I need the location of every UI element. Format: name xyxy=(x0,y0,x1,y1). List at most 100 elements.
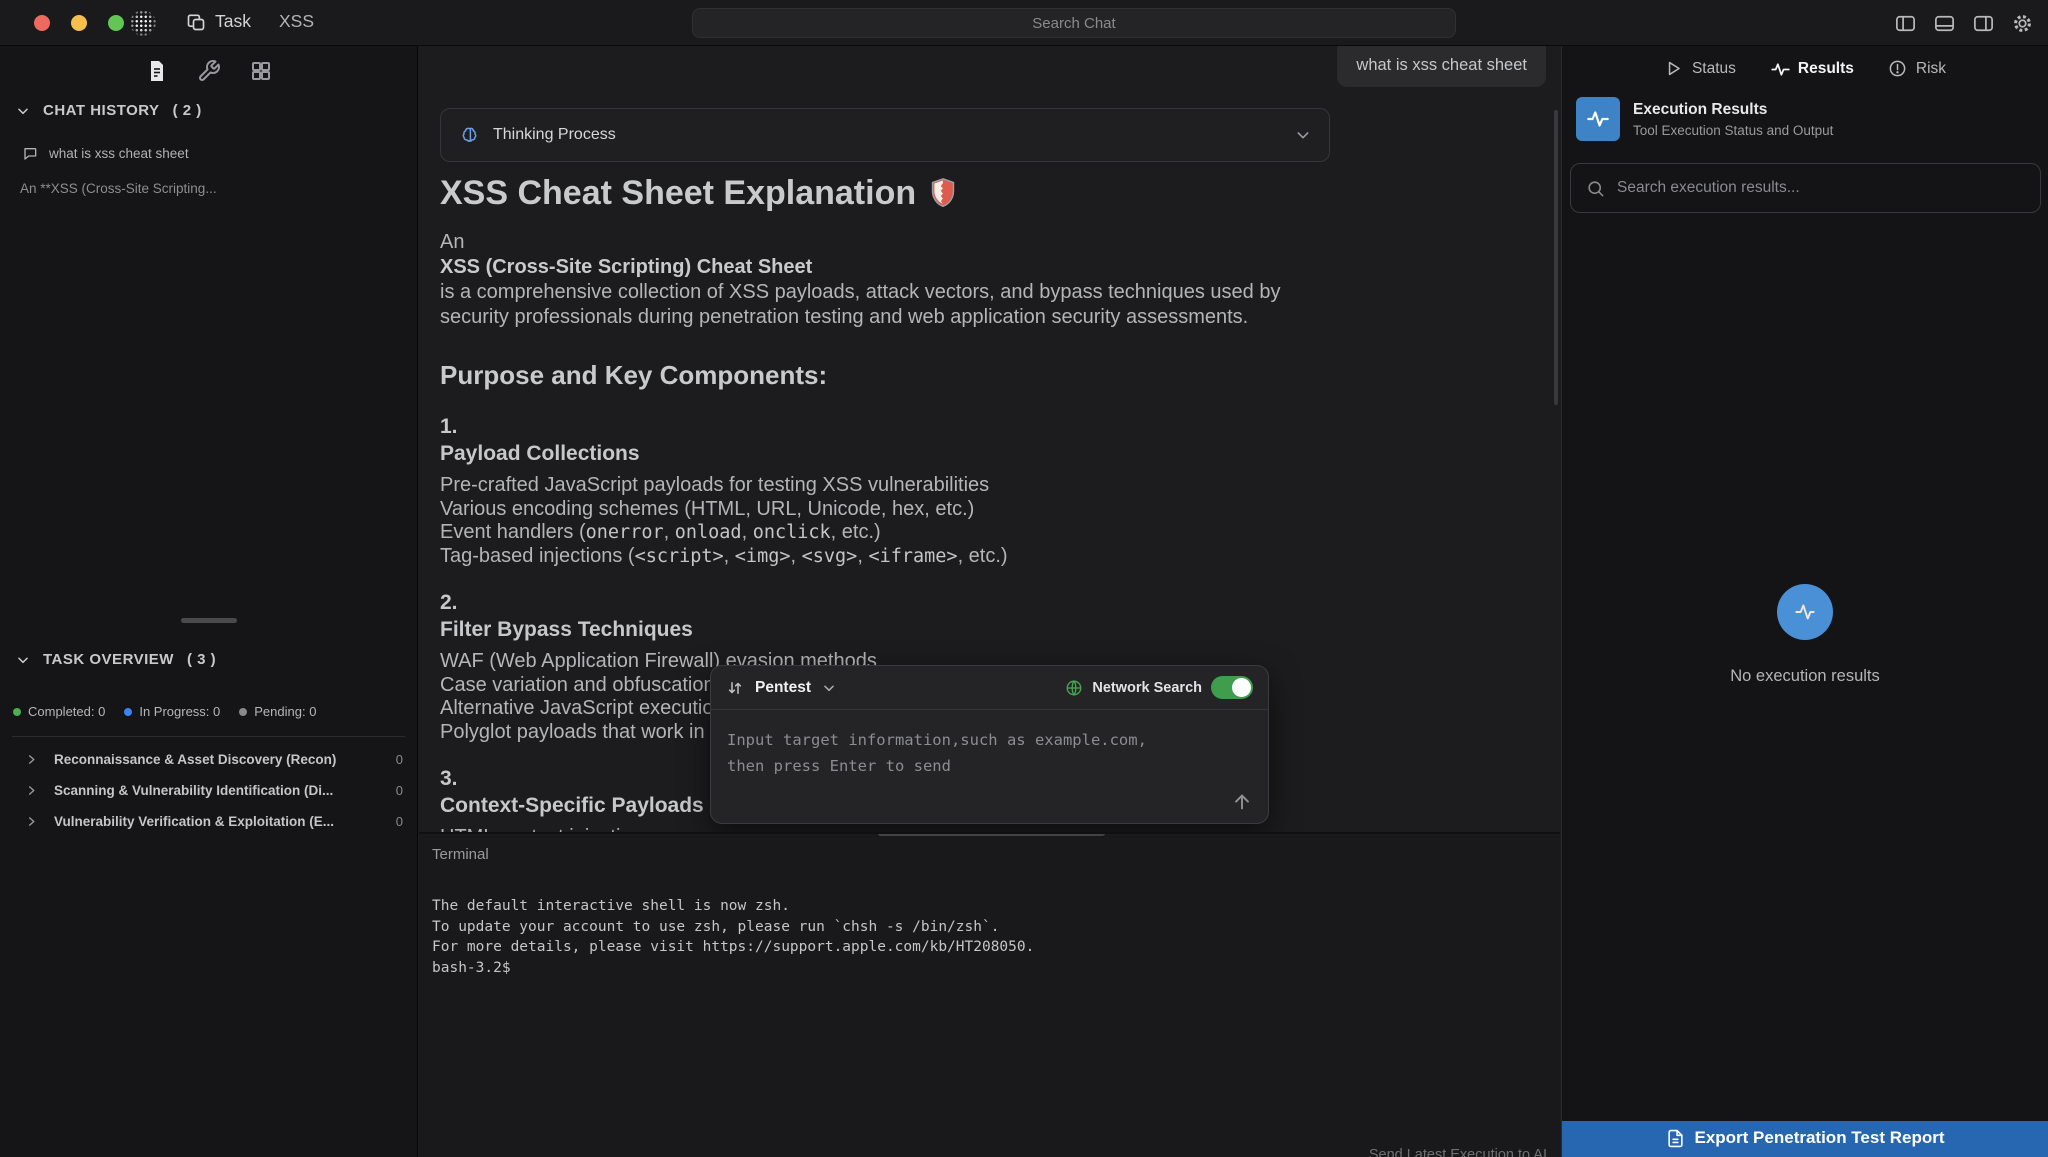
chat-main-area: what is xss cheat sheet Thinking Process… xyxy=(419,46,1560,1157)
task-count: 0 xyxy=(396,752,403,767)
chat-history-item-label: An **XSS (Cross-Site Scripting... xyxy=(20,181,217,196)
tab-xss-label: XSS xyxy=(279,11,314,32)
empty-state-text: No execution results xyxy=(1562,667,2048,686)
chat-history-section-header[interactable]: CHAT HISTORY ( 2 ) xyxy=(16,102,202,119)
play-icon xyxy=(1664,59,1683,78)
task-label: Vulnerability Verification & Exploitatio… xyxy=(54,814,379,829)
export-report-button[interactable]: Export Penetration Test Report xyxy=(1562,1121,2048,1157)
swap-arrows-icon xyxy=(726,679,744,697)
zoom-window-button[interactable] xyxy=(108,15,124,31)
document-icon[interactable] xyxy=(144,58,170,84)
status-legend-item: Pending: 0 xyxy=(239,704,316,719)
right-tab-risk[interactable]: Risk xyxy=(1888,59,1946,78)
right-tab-status[interactable]: Status xyxy=(1664,59,1736,78)
chevron-right-icon xyxy=(26,754,37,765)
execution-search-input[interactable] xyxy=(1617,179,2025,197)
status-legend-item: Completed: 0 xyxy=(13,704,105,719)
section-heading: Payload Collections xyxy=(440,440,1332,467)
terminal-panel: Terminal The default interactive shell i… xyxy=(419,832,1560,1157)
article-intro: AnXSS (Cross-Site Scripting) Cheat Sheet… xyxy=(440,230,1332,330)
task-overview-row[interactable]: Scanning & Vulnerability Identification … xyxy=(0,775,417,806)
window-controls xyxy=(1893,11,2034,35)
chevron-down-icon xyxy=(1295,127,1311,143)
right-tab-label: Status xyxy=(1692,60,1736,78)
chat-bubble-icon xyxy=(22,145,38,161)
thinking-process-toggle[interactable]: Thinking Process xyxy=(440,108,1330,162)
task-overview-count: ( 3 ) xyxy=(187,651,216,668)
chat-history-list: what is xss cheat sheet An **XSS (Cross-S… xyxy=(0,145,417,216)
target-input-field[interactable]: Input target information,such as example… xyxy=(727,727,1179,779)
inline-code: <svg> xyxy=(802,546,858,567)
pulse-icon xyxy=(1770,59,1789,78)
search-chat-input[interactable] xyxy=(692,8,1456,38)
grid-apps-icon[interactable] xyxy=(248,58,274,84)
task-overview-row[interactable]: Reconnaissance & Asset Discovery (Recon)… xyxy=(0,744,417,775)
send-button[interactable] xyxy=(1231,791,1253,813)
export-report-label: Export Penetration Test Report xyxy=(1695,1128,1945,1148)
tools-wrench-icon[interactable] xyxy=(196,58,222,84)
close-window-button[interactable] xyxy=(34,15,50,31)
status-dot xyxy=(124,708,132,716)
article-paragraph: An xyxy=(440,230,1332,255)
chat-history-item[interactable]: what is xss cheat sheet xyxy=(22,145,417,161)
section-number: 1. xyxy=(440,413,1332,440)
inline-code: onclick xyxy=(753,522,831,543)
execution-results-title: Execution Results xyxy=(1633,101,1833,119)
send-latest-execution-link[interactable]: Send Latest Execution to AI xyxy=(1369,1147,1547,1157)
task-label: Scanning & Vulnerability Identification … xyxy=(54,783,379,798)
execution-search-box xyxy=(1570,163,2041,213)
terminal-resize-handle[interactable] xyxy=(878,832,1105,836)
status-dot xyxy=(239,708,247,716)
tab-task-label: Task xyxy=(215,11,251,32)
brain-icon xyxy=(459,125,480,146)
status-dot xyxy=(13,708,21,716)
chat-scrollbar[interactable] xyxy=(1554,110,1558,405)
chat-history-item[interactable]: An **XSS (Cross-Site Scripting... xyxy=(20,181,417,196)
inline-code: onerror xyxy=(586,522,664,543)
inline-code: <script> xyxy=(635,546,724,567)
task-status-legend: Completed: 0 In Progress: 0 Pending: 0 xyxy=(13,704,316,719)
composer-panel: Pentest Network Search Input target info… xyxy=(710,665,1269,824)
article-paragraph: is a comprehensive collection of XSS pay… xyxy=(440,280,1332,330)
network-search-label: Network Search xyxy=(1092,680,1202,696)
article-section: 1.Payload Collections Pre-crafted JavaScr… xyxy=(440,413,1332,568)
task-count: 0 xyxy=(396,814,403,829)
article-paragraph: XSS (Cross-Site Scripting) Cheat Sheet xyxy=(440,255,1332,280)
status-legend-label: In Progress: 0 xyxy=(139,704,220,719)
thinking-process-label: Thinking Process xyxy=(493,126,616,144)
task-overview-section-header[interactable]: TASK OVERVIEW ( 3 ) xyxy=(16,651,216,668)
toggle-right-panel-icon[interactable] xyxy=(1971,11,1995,35)
app-window: Task XSS xyxy=(0,0,2048,1157)
mode-selector[interactable]: Pentest xyxy=(755,679,811,697)
sidebar-resize-handle[interactable] xyxy=(181,618,237,623)
composer-header: Pentest Network Search xyxy=(711,666,1268,710)
inline-code: onload xyxy=(675,522,742,543)
app-logo-icon xyxy=(130,10,156,36)
file-text-icon xyxy=(1666,1129,1685,1148)
section-heading: Filter Bypass Techniques xyxy=(440,616,1332,643)
network-search-toggle[interactable] xyxy=(1211,676,1253,699)
settings-gear-icon[interactable] xyxy=(2010,11,2034,35)
task-overview-row[interactable]: Vulnerability Verification & Exploitatio… xyxy=(0,806,417,837)
section-item: Tag-based injections (<script>, <img>, <… xyxy=(440,545,1332,569)
terminal-output: The default interactive shell is now zsh… xyxy=(432,896,1034,978)
globe-icon xyxy=(1065,679,1083,697)
window-traffic-lights xyxy=(34,15,124,31)
execution-results-subtitle: Tool Execution Status and Output xyxy=(1633,123,1833,138)
chevron-down-icon[interactable] xyxy=(822,681,836,695)
tab-xss[interactable]: XSS xyxy=(279,11,314,32)
tab-task[interactable]: Task xyxy=(186,11,251,32)
right-panel-tabs: Status Results Risk xyxy=(1562,46,2048,78)
pulse-icon xyxy=(1576,97,1620,141)
empty-state: No execution results xyxy=(1562,584,2048,686)
right-tab-label: Results xyxy=(1798,60,1854,78)
toggle-bottom-panel-icon[interactable] xyxy=(1932,11,1956,35)
task-label: Reconnaissance & Asset Discovery (Recon) xyxy=(54,752,379,767)
terminal-title: Terminal xyxy=(432,846,489,863)
toggle-left-panel-icon[interactable] xyxy=(1893,11,1917,35)
chevron-down-icon xyxy=(16,104,30,118)
minimize-window-button[interactable] xyxy=(71,15,87,31)
section-item: Pre-crafted JavaScript payloads for test… xyxy=(440,474,1332,498)
right-tab-results[interactable]: Results xyxy=(1770,59,1854,78)
inline-code: <iframe> xyxy=(868,546,957,567)
